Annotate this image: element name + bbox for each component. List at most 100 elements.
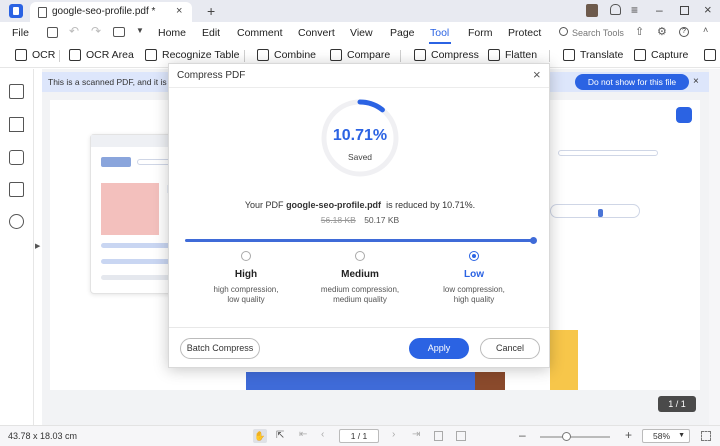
- thumbnails-icon[interactable]: [9, 84, 24, 99]
- cancel-button[interactable]: Cancel: [480, 338, 540, 359]
- vertical-scrollbar[interactable]: [709, 69, 720, 425]
- bookmark-icon[interactable]: [9, 117, 24, 132]
- page-dimensions: 43.78 x 18.03 cm: [8, 431, 78, 441]
- settings-icon[interactable]: ⚙: [657, 25, 667, 38]
- option-high-label: High: [234, 269, 258, 280]
- apply-button[interactable]: Apply: [409, 338, 469, 359]
- slider-handle[interactable]: [530, 237, 537, 244]
- menu-tool[interactable]: Tool: [430, 27, 449, 39]
- help-icon[interactable]: ?: [679, 27, 689, 37]
- page-number-input[interactable]: 1 / 1: [339, 429, 379, 443]
- radio-high[interactable]: [241, 251, 251, 261]
- new-tab-icon[interactable]: +: [207, 3, 215, 19]
- search-icon[interactable]: [559, 27, 568, 36]
- file-icon: [38, 7, 47, 18]
- last-page-icon[interactable]: ⇥: [412, 429, 420, 440]
- avatar[interactable]: [586, 4, 598, 17]
- left-sidebar: [0, 69, 34, 425]
- document-tab[interactable]: google-seo-profile.pdf * ×: [30, 2, 192, 22]
- quick-access-dropdown-icon[interactable]: ▼: [136, 26, 144, 35]
- notification-icon[interactable]: [610, 4, 621, 15]
- search-panel-icon[interactable]: [9, 214, 24, 229]
- info-prefix: Your PDF: [244, 200, 284, 210]
- compress-dialog: Compress PDF × 10.71% Saved Your PDF goo…: [168, 63, 550, 368]
- zoom-slider[interactable]: [540, 436, 610, 438]
- do-not-show-button[interactable]: Do not show for this file: [575, 74, 689, 90]
- menu-view[interactable]: View: [350, 27, 373, 39]
- expand-sidebar-icon[interactable]: ▶: [35, 242, 40, 250]
- menu-file[interactable]: File: [12, 27, 29, 39]
- select-tool-icon[interactable]: ⇱: [276, 430, 284, 441]
- zoom-out-icon[interactable]: –: [519, 428, 526, 442]
- close-window-icon[interactable]: ×: [704, 2, 712, 17]
- file-name: google-seo-profile.pdf: [286, 200, 382, 210]
- save-icon[interactable]: [47, 27, 58, 38]
- more-tools-button[interactable]: [704, 49, 716, 61]
- compress-label: Compress: [431, 49, 479, 61]
- search-tools-label[interactable]: Search Tools: [572, 28, 624, 38]
- info-suffix: is reduced by 10.71%.: [386, 200, 476, 210]
- translate-label: Translate: [580, 49, 624, 61]
- zoom-in-icon[interactable]: +: [625, 428, 632, 442]
- translate-button[interactable]: Translate: [563, 49, 623, 61]
- print-icon[interactable]: [113, 27, 125, 37]
- capture-button[interactable]: Capture: [634, 49, 688, 61]
- next-page-icon[interactable]: ›: [392, 429, 395, 440]
- combine-label: Combine: [274, 49, 317, 61]
- tab-close-icon[interactable]: ×: [176, 5, 182, 17]
- fullscreen-icon[interactable]: [701, 431, 711, 441]
- option-high[interactable]: High high compression, low quality: [186, 251, 306, 305]
- comment-icon[interactable]: [9, 150, 24, 165]
- reduction-info: Your PDF google-seo-profile.pdf is reduc…: [169, 200, 551, 210]
- menu-convert[interactable]: Convert: [298, 27, 335, 39]
- radio-low[interactable]: [469, 251, 479, 261]
- dialog-close-icon[interactable]: ×: [533, 67, 541, 82]
- flatten-button[interactable]: Flatten: [488, 49, 537, 61]
- menu-protect[interactable]: Protect: [508, 27, 541, 39]
- menu-form[interactable]: Form: [468, 27, 493, 39]
- zoom-level-dropdown[interactable]: 58% ▼: [642, 429, 690, 443]
- single-page-view-icon[interactable]: [434, 431, 443, 441]
- menu-edit[interactable]: Edit: [202, 27, 220, 39]
- option-low[interactable]: Low low compression, high quality: [414, 251, 534, 305]
- combine-button[interactable]: Combine: [257, 49, 316, 61]
- menu-page[interactable]: Page: [390, 27, 415, 39]
- compression-slider[interactable]: [185, 239, 533, 242]
- compare-button[interactable]: Compare: [330, 49, 390, 61]
- menu-comment[interactable]: Comment: [237, 27, 283, 39]
- attachment-icon[interactable]: [9, 182, 24, 197]
- maximize-icon[interactable]: [680, 6, 689, 15]
- upload-icon[interactable]: ⇧: [635, 25, 644, 38]
- compress-icon: [414, 49, 426, 61]
- saved-label: Saved: [347, 152, 373, 162]
- prev-page-icon[interactable]: ‹: [321, 429, 324, 440]
- compare-icon: [330, 49, 342, 61]
- divider: [549, 50, 550, 62]
- radio-medium[interactable]: [355, 251, 365, 261]
- zoom-slider-handle[interactable]: [562, 432, 571, 441]
- fit-page-icon[interactable]: [456, 431, 466, 441]
- chevron-down-icon: ▼: [678, 432, 685, 439]
- ocr-area-button[interactable]: OCR Area: [69, 49, 134, 61]
- capture-icon: [634, 49, 646, 61]
- divider: [59, 50, 60, 62]
- recognize-table-button[interactable]: Recognize Table: [145, 49, 239, 61]
- ai-assistant-icon[interactable]: [676, 107, 692, 123]
- undo-icon[interactable]: ↶: [69, 24, 79, 38]
- minimize-icon[interactable]: –: [656, 3, 663, 17]
- batch-compress-button[interactable]: Batch Compress: [180, 338, 260, 359]
- redo-icon[interactable]: ↷: [91, 24, 101, 38]
- option-high-desc: high compression, low quality: [213, 285, 279, 304]
- menu-home[interactable]: Home: [158, 27, 186, 39]
- ocr-area-icon: [69, 49, 81, 61]
- menu-icon[interactable]: ≡: [631, 3, 638, 17]
- flatten-icon: [488, 49, 500, 61]
- hand-tool-icon[interactable]: ✋: [253, 429, 267, 443]
- option-medium[interactable]: Medium medium compression, medium quality: [300, 251, 420, 305]
- banner-close-icon[interactable]: ×: [693, 76, 699, 87]
- first-page-icon[interactable]: ⇤: [299, 429, 307, 440]
- compress-button[interactable]: Compress: [414, 49, 479, 61]
- ocr-button[interactable]: OCR: [15, 49, 55, 61]
- collapse-ribbon-icon[interactable]: ˄: [703, 25, 708, 35]
- dialog-title: Compress PDF: [177, 70, 246, 81]
